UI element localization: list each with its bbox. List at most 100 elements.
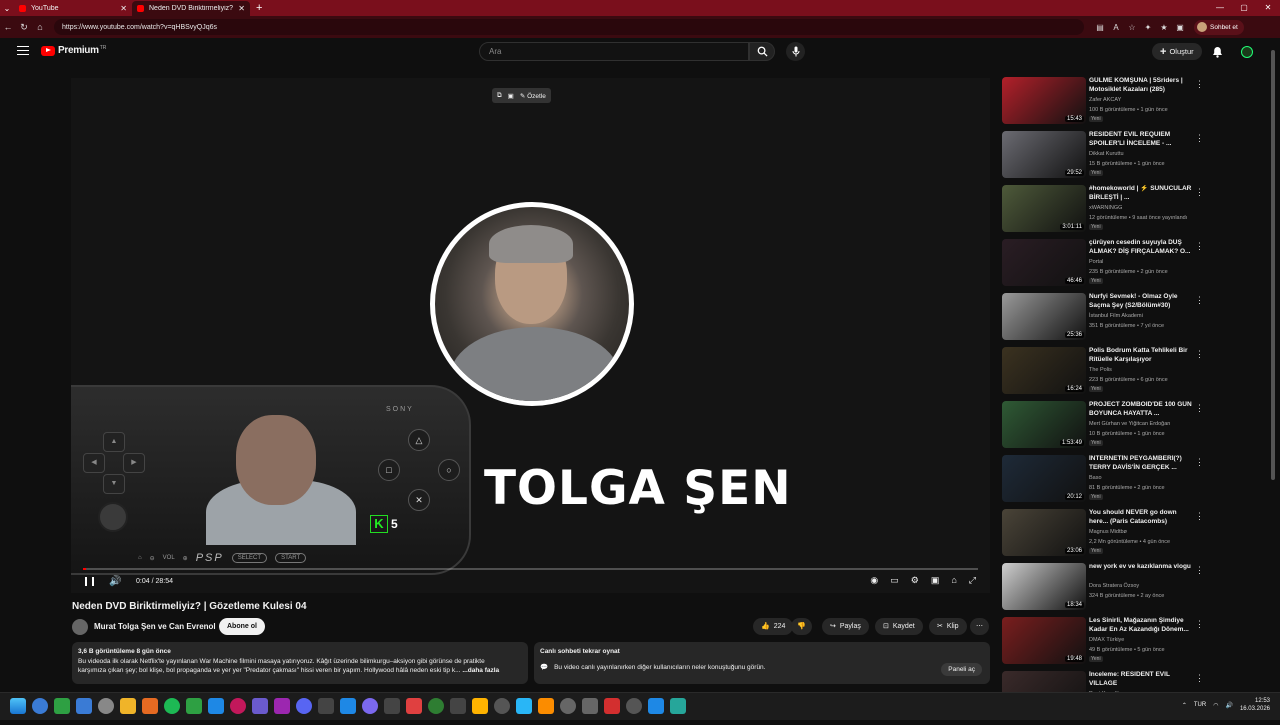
reload-icon[interactable]: ↻	[16, 22, 32, 33]
autoplay-toggle-icon[interactable]: ◉	[870, 575, 878, 586]
browser-tab[interactable]: YouTube ✕	[14, 1, 132, 16]
subtitles-icon[interactable]: ▭	[890, 575, 899, 586]
cast-icon[interactable]: ⌂	[951, 575, 956, 586]
miniplayer-icon[interactable]: ▣	[931, 575, 940, 586]
recommendation-title[interactable]: İNTERNETİN PEYGAMBERİ(?) TERRY DAVİS'İN …	[1089, 455, 1192, 472]
recommendation-title[interactable]: Nurfyi Sevmek! - Olmaz Öyle Saçma Şey (S…	[1089, 293, 1192, 310]
taskbar-app-icon[interactable]	[626, 698, 642, 714]
copilot-button[interactable]: Sohbet et	[1194, 19, 1244, 35]
minimize-icon[interactable]: —	[1208, 0, 1232, 16]
new-tab-icon[interactable]: +	[256, 2, 262, 14]
maximize-icon[interactable]: ▢	[1232, 0, 1256, 16]
more-vert-icon[interactable]: ⋮	[1195, 673, 1204, 684]
recommendation-item[interactable]: 23:06 You should NEVER go down here... (P…	[1002, 509, 1212, 563]
taskbar-app-icon[interactable]	[76, 698, 92, 714]
browser-tab-active[interactable]: Neden DVD Biriktirmeliyiz? | G ✕	[132, 1, 250, 16]
wifi-icon[interactable]: ◠	[1213, 702, 1218, 709]
notifications-button[interactable]	[1212, 45, 1223, 63]
recommendation-item[interactable]: 20:12 İNTERNETİN PEYGAMBERİ(?) TERRY DAVİ…	[1002, 455, 1212, 509]
taskbar-app-icon[interactable]	[274, 698, 290, 714]
recommendation-item[interactable]: 18:34 new york ev ve kazıklanma vlogu Dora…	[1002, 563, 1212, 617]
translate-icon[interactable]: A	[1108, 23, 1124, 32]
more-vert-icon[interactable]: ⋮	[1195, 565, 1204, 576]
favorites-bar-icon[interactable]: ★	[1156, 23, 1172, 32]
taskbar-app-icon[interactable]	[98, 698, 114, 714]
recommendation-title[interactable]: Les Sinirli, Mağazanın Şimdiye Kadar En …	[1089, 617, 1192, 634]
taskbar-app-icon[interactable]	[252, 698, 268, 714]
taskbar-app-icon[interactable]	[670, 698, 686, 714]
screenshot-icon[interactable]: ▣	[508, 92, 514, 100]
volume-icon[interactable]: 🔊	[109, 576, 121, 587]
create-button[interactable]: + Oluştur	[1152, 43, 1202, 60]
account-avatar[interactable]	[1241, 46, 1253, 58]
channel-avatar[interactable]	[72, 619, 88, 635]
recommendation-item[interactable]: 15:43 GÜLME KOMŞUNA | 5Sriders | Motosikl…	[1002, 77, 1212, 131]
settings-gear-icon[interactable]: ⚙	[911, 575, 919, 586]
taskbar-app-icon[interactable]	[362, 698, 378, 714]
close-tab-icon[interactable]: ✕	[120, 4, 127, 13]
recommendation-item[interactable]: 3:01:11 #homekoworld | ⚡ SUNUCULAR BİRLEŞ…	[1002, 185, 1212, 239]
recommendation-title[interactable]: RESIDENT EVIL REQUIEM SPOILER'LI İNCELEM…	[1089, 131, 1192, 148]
subscribe-button[interactable]: Abone ol	[219, 618, 265, 635]
description-box[interactable]: 3,6 B görüntüleme 8 gün önce Bu videoda …	[72, 642, 528, 684]
taskbar-app-icon[interactable]	[164, 698, 180, 714]
recommendation-item[interactable]: 25:36 Nurfyi Sevmek! - Olmaz Öyle Saçma Ş…	[1002, 293, 1212, 347]
video-thumbnail[interactable]: 3:01:11	[1002, 185, 1086, 232]
recommendation-title[interactable]: new york ev ve kazıklanma vlogu	[1089, 563, 1192, 572]
taskbar-app-icon[interactable]	[54, 698, 70, 714]
collections-icon[interactable]: ▣	[1172, 23, 1188, 32]
favorite-icon[interactable]: ☆	[1124, 23, 1140, 32]
taskbar-app-icon[interactable]	[604, 698, 620, 714]
tab-list-icon[interactable]: ⌄	[0, 4, 14, 13]
taskbar-app-icon[interactable]	[450, 698, 466, 714]
video-thumbnail[interactable]: 46:46	[1002, 239, 1086, 286]
taskbar-app-icon[interactable]	[538, 698, 554, 714]
more-vert-icon[interactable]: ⋮	[1195, 619, 1204, 630]
search-button[interactable]	[749, 42, 775, 61]
clip-button[interactable]: ✂ Klip	[929, 618, 967, 635]
recommendation-item[interactable]: 1:53:49 PROJECT ZOMBOID'DE 100 GÜN BOYUNC…	[1002, 401, 1212, 455]
pause-icon[interactable]	[85, 577, 94, 586]
fullscreen-icon[interactable]: ⤢	[969, 575, 976, 586]
video-thumbnail[interactable]: 19:48	[1002, 617, 1086, 664]
taskbar-app-icon[interactable]	[582, 698, 598, 714]
taskbar-app-icon[interactable]	[560, 698, 576, 714]
taskbar-app-icon[interactable]	[120, 698, 136, 714]
windows-start-icon[interactable]	[10, 698, 26, 714]
taskbar-app-icon[interactable]	[32, 698, 48, 714]
back-icon[interactable]: ←	[0, 22, 16, 32]
recommendation-item[interactable]: 46:46 çürüyen cesedin suyuyla DUŞ ALMAK? …	[1002, 239, 1212, 293]
close-tab-icon[interactable]: ✕	[238, 4, 245, 13]
recommendation-title[interactable]: çürüyen cesedin suyuyla DUŞ ALMAK? DİŞ F…	[1089, 239, 1192, 256]
recommendation-title[interactable]: İnceleme: RESIDENT EVIL VILLAGE	[1089, 671, 1192, 688]
video-thumbnail[interactable]: 18:34	[1002, 563, 1086, 610]
more-vert-icon[interactable]: ⋮	[1195, 403, 1204, 414]
clock[interactable]: 12:53 16.03.2026	[1240, 697, 1270, 713]
more-actions-button[interactable]: ⋯	[970, 618, 989, 635]
speaker-icon[interactable]: 🔊	[1225, 702, 1232, 709]
recommendation-item[interactable]: 29:52 RESIDENT EVIL REQUIEM SPOILER'LI İN…	[1002, 131, 1212, 185]
recommendation-title[interactable]: #homekoworld | ⚡ SUNUCULAR BİRLEŞTİ | ..…	[1089, 185, 1192, 202]
more-vert-icon[interactable]: ⋮	[1195, 349, 1204, 360]
search-input[interactable]: Ara	[479, 42, 749, 61]
taskbar-app-icon[interactable]	[428, 698, 444, 714]
more-vert-icon[interactable]: ⋮	[1195, 241, 1204, 252]
tray-chevron-icon[interactable]: ⌃	[1182, 702, 1187, 709]
taskbar-app-icon[interactable]	[516, 698, 532, 714]
page-scrollbar[interactable]	[1270, 40, 1276, 690]
summarize-button[interactable]: ✎ Özetle	[520, 92, 546, 100]
show-more-link[interactable]: ...daha fazla	[462, 667, 499, 674]
language-indicator[interactable]: TUR	[1194, 702, 1206, 708]
more-vert-icon[interactable]: ⋮	[1195, 187, 1204, 198]
taskbar-app-icon[interactable]	[186, 698, 202, 714]
more-vert-icon[interactable]: ⋮	[1195, 457, 1204, 468]
taskbar-app-icon[interactable]	[406, 698, 422, 714]
progress-bar[interactable]	[83, 568, 978, 570]
recommendation-title[interactable]: Polis Bodrum Katta Tehlikeli Bir Ritüell…	[1089, 347, 1192, 364]
more-vert-icon[interactable]: ⋮	[1195, 295, 1204, 306]
video-thumbnail[interactable]: 23:06	[1002, 509, 1086, 556]
video-thumbnail[interactable]: 16:24	[1002, 347, 1086, 394]
video-thumbnail[interactable]: 25:36	[1002, 293, 1086, 340]
recommendation-item[interactable]: 19:48 Les Sinirli, Mağazanın Şimdiye Kada…	[1002, 617, 1212, 671]
recommendation-title[interactable]: PROJECT ZOMBOID'DE 100 GÜN BOYUNCA HAYAT…	[1089, 401, 1192, 418]
